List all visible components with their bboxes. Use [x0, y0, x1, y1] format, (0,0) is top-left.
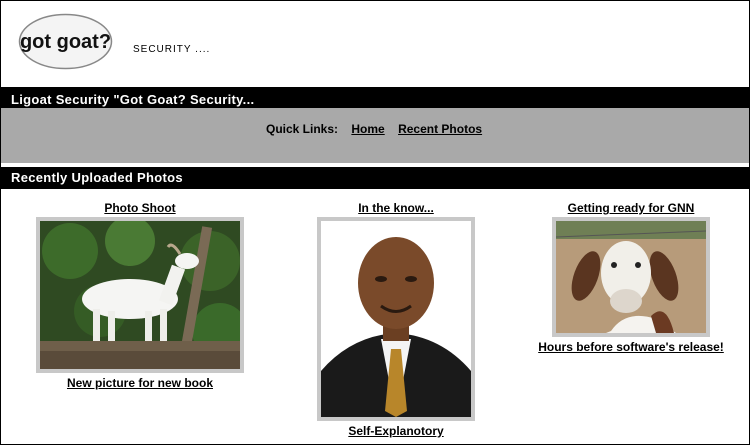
photo-grid: Photo Shoot New picture for new book In …: [1, 189, 749, 444]
photo-card: In the know... Self-Explanotory: [296, 201, 496, 438]
recent-photos-link[interactable]: Recent Photos: [398, 122, 482, 136]
home-link[interactable]: Home: [351, 122, 384, 136]
quick-links-label: Quick Links:: [266, 122, 339, 136]
site-tagline: SECURITY ....: [133, 44, 211, 55]
section-header: Recently Uploaded Photos: [1, 167, 749, 189]
photo-caption-link[interactable]: Hours before software's release!: [531, 340, 731, 354]
site-header: got goat? SECURITY ....: [1, 1, 749, 83]
goat-on-platform-image: [40, 221, 240, 369]
photo-thumbnail[interactable]: [317, 217, 475, 421]
page-frame: got goat? SECURITY .... Ligoat Security …: [0, 0, 750, 445]
portrait-image: [321, 221, 471, 417]
photo-card: Getting ready for GNN Hours before softw…: [531, 201, 731, 354]
photo-card: Photo Shoot New picture for new book: [36, 201, 244, 390]
quick-links-bar: Quick Links: Home Recent Photos: [1, 108, 749, 163]
photo-thumbnail[interactable]: [552, 217, 710, 337]
photo-caption-link[interactable]: Self-Explanotory: [296, 424, 496, 438]
photo-caption-link[interactable]: New picture for new book: [36, 376, 244, 390]
site-logo[interactable]: got goat?: [18, 13, 113, 70]
photo-title-link[interactable]: Photo Shoot: [36, 201, 244, 215]
logo-text: got goat?: [20, 31, 111, 53]
title-bar: Ligoat Security "Got Goat? Security...: [1, 87, 749, 108]
photo-title-link[interactable]: Getting ready for GNN: [531, 201, 731, 215]
photo-thumbnail[interactable]: [36, 217, 244, 373]
photo-title-link[interactable]: In the know...: [296, 201, 496, 215]
goat-closeup-image: [556, 221, 706, 333]
